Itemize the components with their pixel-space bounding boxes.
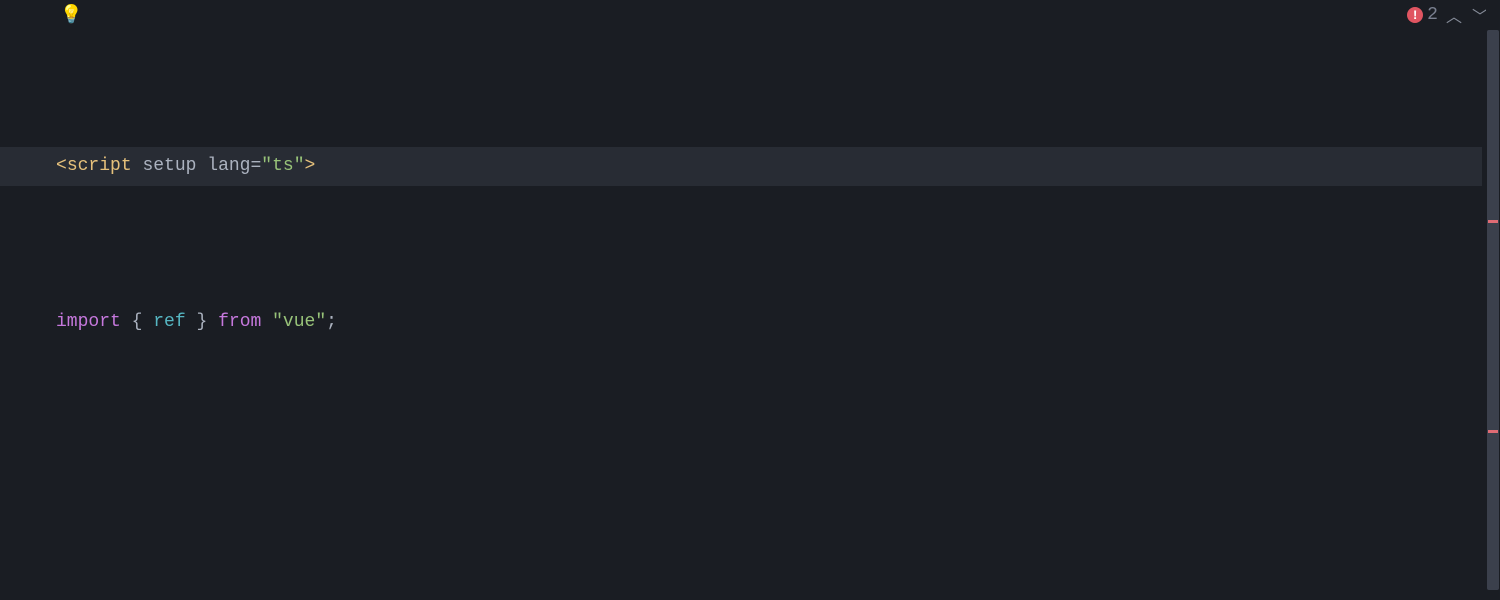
scrollbar-thumb[interactable] [1487,30,1499,590]
error-marker[interactable] [1488,430,1498,433]
code-line[interactable] [50,459,1482,498]
code-line[interactable]: import { ref } from "vue"; [50,303,1482,342]
inspection-widget: ! 2 ︿ ﹀ [1407,3,1490,27]
error-count-badge[interactable]: ! 2 [1407,5,1438,25]
error-marker[interactable] [1488,220,1498,223]
code-editor[interactable]: 💡 ! 2 ︿ ﹀ <script setup lang="ts"> impor… [0,0,1500,600]
editor-top-bar: 💡 ! 2 ︿ ﹀ [0,0,1500,30]
editor-gutter[interactable] [0,30,50,600]
error-icon: ! [1407,7,1423,23]
error-count: 2 [1427,5,1438,25]
prev-error-arrow-icon[interactable]: ︿ [1444,3,1464,27]
code-content[interactable]: <script setup lang="ts"> import { ref } … [50,30,1482,600]
lightbulb-icon[interactable]: 💡 [60,4,82,26]
code-line[interactable]: <script setup lang="ts"> [50,147,1482,186]
scrollbar-track[interactable] [1486,0,1500,600]
